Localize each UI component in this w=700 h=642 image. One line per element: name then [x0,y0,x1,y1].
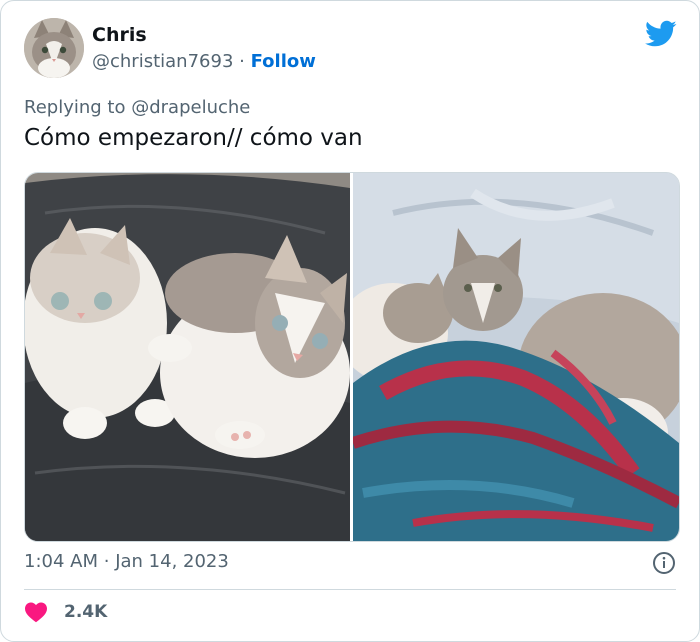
author-name[interactable]: Chris [92,24,147,46]
timestamp-separator: · [103,551,110,572]
info-icon[interactable] [652,551,676,575]
reply-prefix: Replying to [24,97,126,118]
author-handle[interactable]: @christian7693 [92,51,233,72]
heart-icon [25,602,47,623]
like-button[interactable]: 2.4K [24,601,107,623]
twitter-bird-icon[interactable] [645,20,677,48]
tweet-media[interactable] [24,172,680,542]
reply-mention-link[interactable]: @drapeluche [131,97,250,118]
kittens-photo[interactable] [25,173,350,541]
follow-button[interactable]: Follow [251,51,316,72]
cat-avatar-image [24,18,84,78]
handle-separator: · [239,51,245,72]
tweet-timestamp[interactable]: 1:04 AM · Jan 14, 2023 [24,551,229,572]
grown-cats-photo[interactable] [353,173,679,541]
tweet-date: Jan 14, 2023 [115,551,229,572]
avatar[interactable] [24,18,84,78]
author-handle-row: @christian7693 · Follow [92,51,316,72]
reply-context: Replying to @drapeluche [24,97,250,118]
tweet-text: Cómo empezaron// cómo van [24,125,363,151]
like-count: 2.4K [64,602,108,622]
divider [24,589,676,590]
tweet-card: Chris @christian7693 · Follow Replying t… [0,0,700,642]
tweet-time: 1:04 AM [24,551,98,572]
